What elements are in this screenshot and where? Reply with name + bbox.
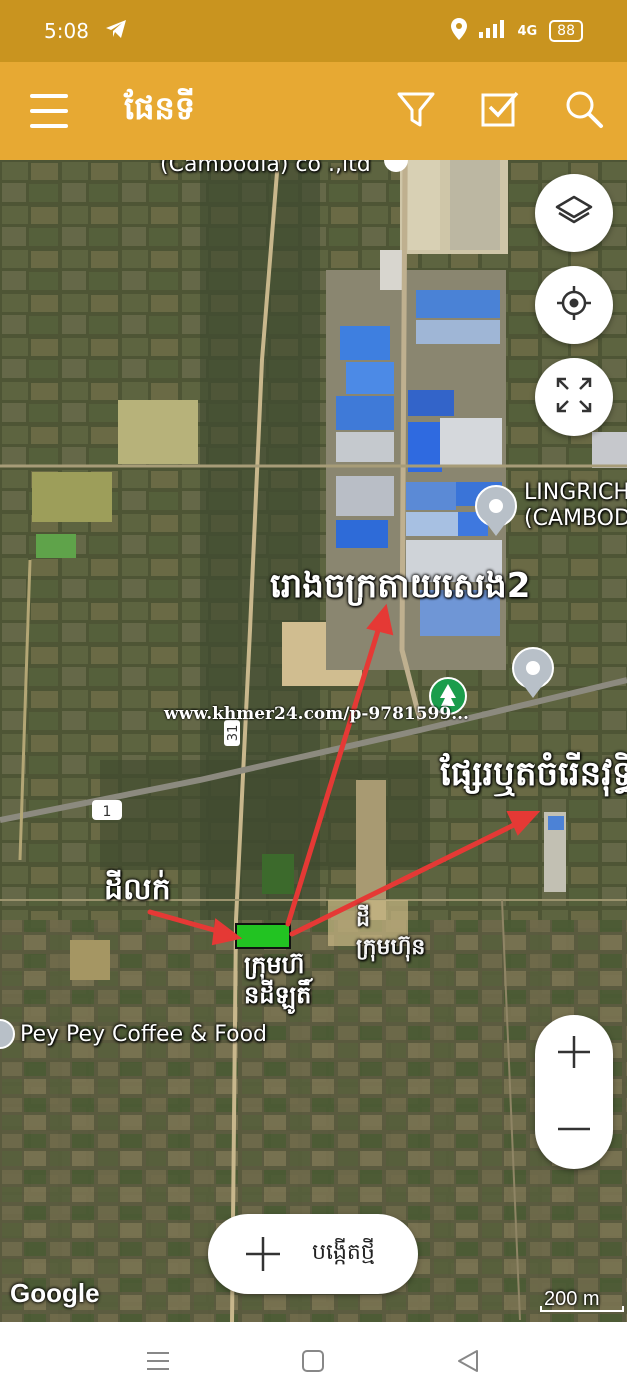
create-new-button[interactable]: បង្កើតថ្មី (208, 1214, 418, 1294)
layers-icon (555, 195, 593, 231)
coffee-label: Pey Pey Coffee & Food (20, 1022, 268, 1047)
location-icon (451, 18, 468, 44)
fullscreen-button[interactable] (535, 358, 613, 436)
status-time: 5:08 (44, 19, 89, 43)
factory-annotation: រោងចក្រតាយសេង2 (270, 566, 531, 606)
app-bar: ផែនទី (0, 62, 627, 160)
status-bar: 5:08 4G 88 (0, 0, 627, 62)
svg-text:31: 31 (226, 725, 241, 742)
telegram-icon (105, 19, 127, 44)
filter-icon[interactable] (396, 89, 440, 133)
battery-icon: 88 (549, 20, 583, 42)
home-icon[interactable] (300, 1348, 326, 1374)
company-left-annotation: ក្រុមហ៊ នដីឡូតិ៍ (244, 951, 312, 1009)
checkbox-icon[interactable] (480, 89, 524, 133)
map-view[interactable]: 31 1 (Cambodia) co .,ltd LINGRICH (CAMBO… (0, 160, 627, 1322)
company-right-annotation: ដី ក្រុមហ៊ុន (356, 907, 426, 960)
zoom-out-button[interactable] (535, 1092, 613, 1169)
scale-bar: 200 m (540, 1288, 624, 1312)
my-location-button[interactable] (535, 266, 613, 344)
top-company-label: (Cambodia) co .,ltd (160, 160, 371, 177)
lingrich-label: LINGRICH (CAMBOD (524, 480, 627, 531)
system-nav-bar (0, 1322, 627, 1400)
market-annotation: ផ្សែរឬតចំរើនវុទ្ធិ (440, 754, 627, 794)
zoom-in-icon (557, 1035, 591, 1073)
fullscreen-icon (555, 376, 593, 418)
satellite-imagery: 31 1 (0, 160, 627, 1322)
google-logo: Google (10, 1278, 100, 1308)
svg-text:1: 1 (103, 804, 112, 820)
layers-button[interactable] (535, 174, 613, 252)
zoom-out-icon (557, 1112, 591, 1150)
recents-icon[interactable] (145, 1348, 171, 1374)
zoom-in-button[interactable] (535, 1015, 613, 1092)
search-icon[interactable] (564, 89, 608, 133)
land-parcel-marker (235, 923, 291, 949)
zoom-control (535, 1015, 613, 1169)
land-for-sale-annotation: ដីលក់ (104, 872, 171, 907)
menu-icon[interactable] (30, 94, 68, 128)
my-location-icon (555, 284, 593, 326)
plus-icon (244, 1235, 282, 1273)
page-title: ផែនទី (124, 89, 196, 127)
watermark: www.khmer24.com/p-9781599... (164, 704, 469, 724)
network-4g-icon: 4G (517, 23, 538, 39)
signal-icon (479, 20, 505, 42)
create-new-label: បង្កើតថ្មី (312, 1240, 375, 1265)
back-icon[interactable] (455, 1348, 481, 1374)
